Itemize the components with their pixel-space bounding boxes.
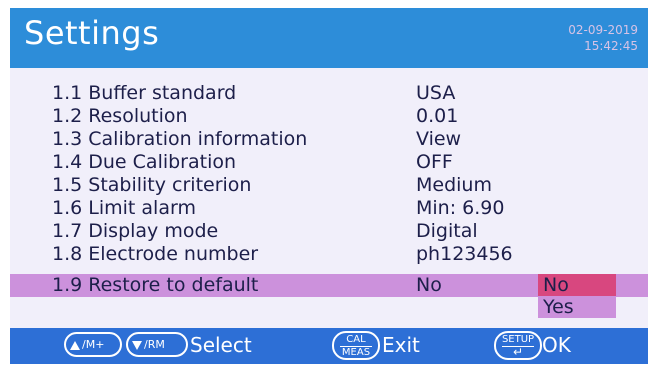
cal-meas-key[interactable]: CAL MEAS [332, 331, 380, 360]
setting-value: Digital [416, 220, 478, 242]
setup-key[interactable]: SETUP ↵ [494, 331, 542, 360]
setting-row-limit-alarm[interactable]: 1.6 Limit alarm Min: 6.90 [10, 197, 648, 220]
setting-row-resolution[interactable]: 1.2 Resolution 0.01 [10, 105, 648, 128]
restore-options-dropdown: No Yes [538, 274, 616, 318]
dropdown-option-yes[interactable]: Yes [538, 296, 616, 318]
date-display: 02-09-2019 [568, 23, 638, 37]
setting-label: 1.4 Due Calibration [52, 151, 237, 173]
setting-value: No [416, 274, 442, 296]
setting-value: Min: 6.90 [416, 197, 505, 219]
setting-row-calibration-information[interactable]: 1.3 Calibration information View [10, 128, 648, 151]
exit-label: Exit [382, 333, 420, 357]
setting-label: 1.3 Calibration information [52, 128, 308, 150]
down-rm-key[interactable]: /RM [126, 332, 188, 357]
device-screen: Settings 02-09-2019 15:42:45 1.1 Buffer … [10, 8, 648, 364]
arrow-down-icon [132, 341, 142, 350]
dropdown-option-no[interactable]: No [538, 274, 616, 296]
setting-row-due-calibration[interactable]: 1.4 Due Calibration OFF [10, 151, 648, 174]
setting-label: 1.9 Restore to default [52, 274, 259, 296]
setting-label: 1.6 Limit alarm [52, 197, 196, 219]
setting-row-buffer-standard[interactable]: 1.1 Buffer standard USA [10, 82, 648, 105]
up-mplus-key[interactable]: /M+ [64, 332, 122, 357]
setting-row-electrode-number[interactable]: 1.8 Electrode number ph123456 [10, 243, 648, 266]
setting-value: USA [416, 82, 456, 104]
cal-key-label: CAL [346, 334, 366, 345]
setting-label: 1.7 Display mode [52, 220, 219, 242]
setting-value: ph123456 [416, 243, 513, 265]
header-bar: Settings 02-09-2019 15:42:45 [10, 8, 648, 68]
setting-value: OFF [416, 151, 453, 173]
page-title: Settings [24, 14, 160, 52]
setting-row-stability-criterion[interactable]: 1.5 Stability criterion Medium [10, 174, 648, 197]
setting-value: View [416, 128, 462, 150]
ok-label: OK [542, 333, 571, 357]
enter-icon: ↵ [512, 345, 524, 359]
setting-label: 1.5 Stability criterion [52, 174, 252, 196]
setting-label: 1.2 Resolution [52, 105, 188, 127]
time-display: 15:42:45 [584, 39, 638, 53]
setting-label: 1.8 Electrode number [52, 243, 259, 265]
setting-value: 0.01 [416, 105, 459, 127]
setting-value: Medium [416, 174, 492, 196]
arrow-up-icon [70, 341, 80, 350]
footer-bar: /M+ /RM Select CAL MEAS Exit SETUP ↵ OK [10, 328, 648, 364]
setting-row-display-mode[interactable]: 1.7 Display mode Digital [10, 220, 648, 243]
setting-label: 1.1 Buffer standard [52, 82, 237, 104]
select-label: Select [190, 333, 252, 357]
setup-key-label: SETUP [501, 334, 535, 345]
meas-key-label: MEAS [341, 347, 371, 358]
